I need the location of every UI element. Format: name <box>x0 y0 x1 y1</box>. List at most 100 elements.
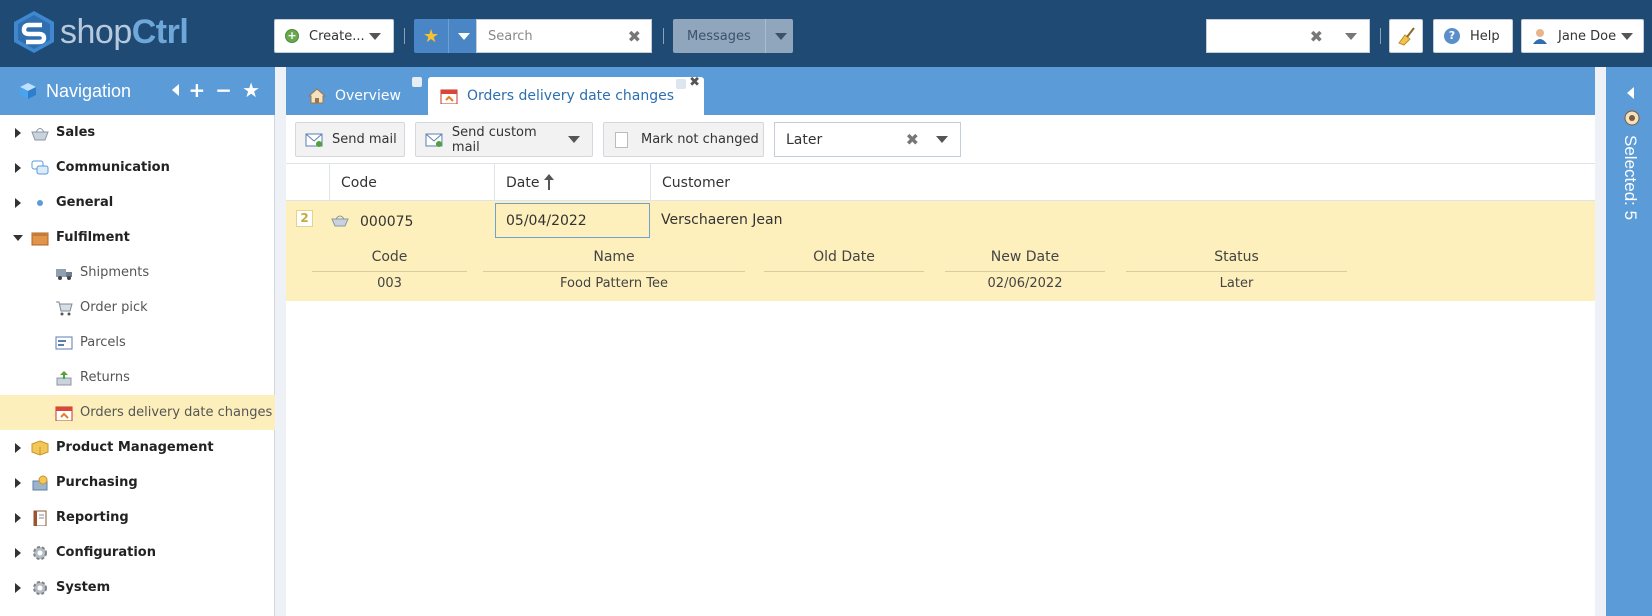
help-icon: ? <box>1444 28 1460 44</box>
calendar-icon <box>440 89 458 104</box>
expand-all-icon[interactable]: + <box>189 80 206 100</box>
detail-header-code: Code <box>371 249 408 265</box>
tab-menu-icon[interactable] <box>412 77 422 87</box>
mail-icon <box>425 133 443 147</box>
sort-ascending-icon <box>544 173 555 190</box>
expand-arrow-icon[interactable] <box>15 162 21 173</box>
collapse-arrow-icon[interactable] <box>13 234 23 241</box>
row-customer: Verschaeren Jean <box>661 212 783 228</box>
user-menu-button[interactable]: Jane Doe <box>1521 19 1644 53</box>
chevron-down-icon[interactable] <box>568 136 580 143</box>
nav-item-configuration[interactable]: Configuration <box>0 535 275 570</box>
logo-text-ctrl: Ctrl <box>131 12 189 51</box>
nav-item-reporting[interactable]: Reporting <box>0 500 275 535</box>
logo-icon <box>14 11 54 53</box>
separator <box>1380 28 1381 44</box>
context-select[interactable]: ✖ <box>1206 19 1370 53</box>
row-date-cell[interactable]: 05/04/2022 <box>495 203 650 238</box>
clear-select-icon[interactable]: ✖ <box>1310 27 1323 46</box>
nav-item-orders-delivery-date-changes[interactable]: Orders delivery date changes <box>0 395 275 430</box>
column-header-date[interactable]: Date <box>494 164 650 201</box>
tab-overview[interactable]: Overview <box>306 77 428 115</box>
return-icon <box>56 370 72 385</box>
create-button[interactable]: + Create... <box>274 19 394 53</box>
expand-arrow-icon[interactable] <box>15 477 21 488</box>
basket-icon <box>31 127 49 140</box>
broom-icon <box>1398 27 1415 46</box>
navigation-tree: Sales Communication General Fulfilment S… <box>0 115 275 616</box>
nav-item-returns[interactable]: Returns <box>0 360 275 395</box>
dot-icon <box>37 199 43 206</box>
nav-item-general[interactable]: General <box>0 185 275 220</box>
navigation-header: Navigation + − ★ <box>0 67 275 115</box>
tab-orders-delivery-date-changes[interactable]: Orders delivery date changes ✖ <box>428 75 704 115</box>
help-label: Help <box>1470 28 1500 44</box>
close-tab-icon[interactable]: ✖ <box>689 75 700 90</box>
mark-not-changed-label: Mark not changed <box>641 132 759 147</box>
status-filter-select[interactable]: Later ✖ <box>774 122 961 157</box>
messages-button[interactable]: Messages <box>673 19 793 53</box>
chevron-down-icon[interactable] <box>458 32 471 40</box>
nav-item-shipments[interactable]: Shipments <box>0 255 275 290</box>
favorites-button[interactable]: ★ <box>414 19 476 53</box>
selected-panel[interactable]: Selected: 5 <box>1606 67 1652 616</box>
favorites-star-icon[interactable]: ★ <box>242 80 260 100</box>
expand-arrow-icon[interactable] <box>15 127 21 138</box>
send-custom-mail-button[interactable]: Send custom mail <box>415 122 593 157</box>
calendar-icon <box>55 406 73 421</box>
document-icon <box>615 131 628 148</box>
detail-new-date: 02/06/2022 <box>987 276 1063 291</box>
user-name: Jane Doe <box>1558 28 1617 44</box>
nav-item-order-pick[interactable]: Order pick <box>0 290 275 325</box>
tab-overview-label: Overview <box>335 88 401 104</box>
nav-item-communication[interactable]: Communication <box>0 150 275 185</box>
logo[interactable]: shopCtrl <box>12 8 189 56</box>
create-label: Create... <box>309 28 365 44</box>
expand-arrow-icon[interactable] <box>15 547 21 558</box>
nav-item-fulfilment[interactable]: Fulfilment <box>0 220 275 255</box>
table-row[interactable]: 2 000075 05/04/2022 Verschaeren Jean Cod… <box>286 201 1595 301</box>
detail-status: Later <box>1219 276 1254 291</box>
cube-icon <box>20 83 36 99</box>
nav-item-parcels[interactable]: Parcels <box>0 325 275 360</box>
detail-name: Food Pattern Tee <box>560 276 668 291</box>
detail-header-old-date: Old Date <box>813 249 875 265</box>
expand-arrow-icon[interactable] <box>15 582 21 593</box>
expand-arrow-icon[interactable] <box>15 197 21 208</box>
row-code: 000075 <box>360 214 414 230</box>
clear-search-icon[interactable]: ✖ <box>628 27 641 46</box>
top-bar: shopCtrl + Create... ★ ✖ Messages ✖ ? He… <box>0 0 1652 67</box>
tab-menu-icon[interactable] <box>676 79 686 89</box>
chevron-down-icon <box>1621 32 1633 40</box>
action-toolbar: Send mail Send custom mail Mark not chan… <box>286 115 1595 164</box>
nav-item-sales[interactable]: Sales <box>0 115 275 150</box>
column-header-code[interactable]: Code <box>329 164 494 201</box>
help-button[interactable]: ? Help <box>1433 19 1513 53</box>
collapse-nav-icon[interactable] <box>171 84 179 96</box>
collapse-all-icon[interactable]: − <box>215 80 232 100</box>
selected-count-label: Selected: 5 <box>1621 135 1640 221</box>
column-header-customer[interactable]: Customer <box>650 164 1595 201</box>
chevron-down-icon[interactable] <box>774 32 787 40</box>
package-icon <box>31 439 49 456</box>
chevron-down-icon[interactable] <box>1345 32 1357 40</box>
expand-panel-icon[interactable] <box>1627 87 1634 99</box>
tab-bar: Overview Orders delivery date changes ✖ <box>286 67 1595 115</box>
tab-active-label: Orders delivery date changes <box>467 88 675 104</box>
nav-item-product-management[interactable]: Product Management <box>0 430 275 465</box>
report-icon <box>33 510 47 526</box>
clear-cache-button[interactable] <box>1389 19 1423 53</box>
send-mail-button[interactable]: Send mail <box>295 122 405 157</box>
expand-arrow-icon[interactable] <box>15 442 21 453</box>
clear-filter-icon[interactable]: ✖ <box>906 130 919 149</box>
nav-item-system[interactable]: System <box>0 570 275 605</box>
messages-label: Messages <box>687 28 751 44</box>
grid-header: Code Date Customer <box>286 164 1595 201</box>
search-input[interactable] <box>488 28 618 44</box>
mark-not-changed-button[interactable]: Mark not changed <box>603 122 764 157</box>
nav-item-purchasing[interactable]: Purchasing <box>0 465 275 500</box>
detail-code: 003 <box>377 276 402 291</box>
card-icon <box>55 336 73 349</box>
chevron-down-icon[interactable] <box>936 136 948 143</box>
expand-arrow-icon[interactable] <box>15 512 21 523</box>
